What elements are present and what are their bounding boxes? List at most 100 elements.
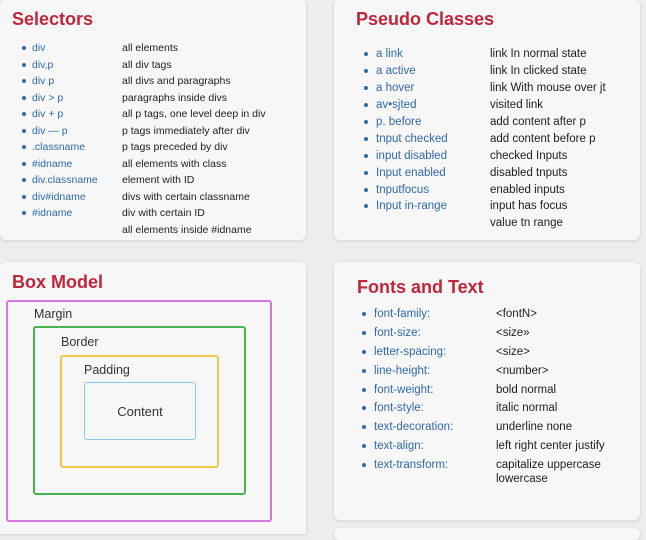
box-model-title: Box Model bbox=[12, 272, 104, 292]
list-item: font-family: <fontN> bbox=[362, 305, 537, 324]
bullet-icon bbox=[364, 86, 368, 91]
list-item: letter-spacing: <size> bbox=[362, 343, 530, 362]
bullet-icon bbox=[22, 62, 26, 67]
font-property: font-weight: bbox=[374, 383, 434, 396]
border-label: Border bbox=[61, 335, 99, 349]
pseudo-desc: visited link bbox=[490, 99, 544, 112]
pseudo-desc: enabled inputs bbox=[490, 183, 565, 196]
bullet-icon bbox=[22, 145, 26, 150]
font-values: left right center justify bbox=[496, 439, 605, 452]
selector-term: div,p bbox=[32, 58, 54, 71]
font-values: <size» bbox=[496, 327, 530, 340]
bullet-icon bbox=[22, 211, 26, 216]
bullet-icon bbox=[364, 170, 368, 175]
font-property: line-height: bbox=[374, 364, 431, 377]
bullet-icon bbox=[362, 312, 366, 317]
list-item: div p all divs and paragraphs bbox=[22, 73, 231, 90]
bullet-icon bbox=[22, 95, 26, 100]
bullet-icon bbox=[364, 204, 368, 209]
list-item: text-align: left right center justify bbox=[362, 437, 605, 456]
bullet-icon bbox=[362, 425, 366, 430]
bullet-icon bbox=[362, 387, 366, 392]
pseudo-term: av•sjted bbox=[376, 99, 417, 112]
pseudo-desc: link In clicked state bbox=[490, 65, 587, 78]
font-values: <number> bbox=[496, 364, 549, 377]
selector-term: #idname bbox=[32, 157, 73, 170]
font-values: underline none bbox=[496, 421, 573, 434]
bullet-icon bbox=[362, 331, 366, 336]
bullet-icon bbox=[364, 120, 368, 124]
pseudo-desc: add content after p bbox=[490, 116, 586, 128]
selector-desc: paragraphs inside divs bbox=[122, 91, 228, 104]
bullet-icon bbox=[364, 136, 368, 141]
bullet-icon bbox=[364, 69, 368, 74]
list-item: Input enabled disabled tnputs bbox=[364, 164, 567, 181]
bullet-icon bbox=[22, 112, 26, 117]
list-item: div all elements bbox=[22, 40, 178, 57]
bullet-icon bbox=[22, 178, 26, 183]
list-item: a active link In clicked state bbox=[364, 63, 587, 80]
pseudo-term: p. before bbox=[376, 116, 422, 128]
pseudo-list: a link link In normal state a active link … bbox=[364, 46, 606, 232]
font-property: text-decoration: bbox=[374, 421, 454, 434]
selector-desc: p tags preceded by div bbox=[122, 141, 228, 154]
list-item: line-height: <number> bbox=[362, 361, 548, 380]
list-item: div + p all p tags, one level deep in div bbox=[22, 106, 266, 123]
list-item: font-weight: bold normal bbox=[362, 380, 556, 399]
fonts-list: font-family: <fontN> font-size: <size» let… bbox=[362, 305, 605, 485]
selectors-card: Selectors div all elements div,p all div t… bbox=[0, 0, 306, 240]
bullet-icon bbox=[362, 349, 366, 354]
list-item: av•sjted visited link bbox=[364, 97, 543, 114]
list-item: #idname div with certain ID bbox=[22, 205, 205, 222]
selectors-title: Selectors bbox=[12, 9, 94, 29]
list-item: div.classname element with ID bbox=[22, 172, 194, 189]
selector-term: div + p bbox=[32, 108, 64, 121]
bullet-icon bbox=[362, 368, 366, 373]
pseudo-title: Pseudo Classes bbox=[356, 9, 495, 29]
pseudo-desc: link In normal state bbox=[490, 48, 587, 61]
selector-desc: p tags immediately after div bbox=[122, 124, 250, 137]
fonts-title: Fonts and Text bbox=[357, 277, 484, 297]
font-values: bold normal bbox=[496, 383, 557, 396]
pseudo-desc: disabled tnputs bbox=[490, 166, 568, 179]
font-values-continued: lowercase bbox=[496, 473, 548, 486]
pseudo-desc: add content before p bbox=[490, 132, 596, 145]
list-item: div#idname divs with certain classname bbox=[22, 189, 250, 206]
selector-desc: all p tags, one level deep in div bbox=[122, 108, 266, 121]
font-property: letter-spacing: bbox=[374, 345, 447, 358]
font-values: <fontN> bbox=[496, 308, 537, 321]
list-item: .classname p tags preceded by div bbox=[22, 139, 228, 156]
pseudo-classes-card: Pseudo Classes a link link In normal stat… bbox=[334, 0, 640, 240]
list-item: text-transform: capitalize uppercase lower… bbox=[362, 455, 601, 485]
pseudo-desc: link With mouse over jt bbox=[490, 82, 606, 95]
font-values: capitalize uppercase bbox=[496, 458, 601, 471]
list-item: a link link In normal state bbox=[364, 46, 587, 63]
margin-label: Margin bbox=[34, 307, 73, 321]
bullet-icon bbox=[22, 46, 26, 51]
selector-term: #idname bbox=[32, 207, 73, 220]
pseudo-term: Input in-range bbox=[376, 200, 447, 213]
selector-desc: all elements bbox=[122, 42, 179, 55]
bullet-icon bbox=[22, 79, 26, 84]
pseudo-desc: value tn range bbox=[490, 217, 563, 230]
font-property: font-family: bbox=[374, 308, 431, 321]
pseudo-term: Input enabled bbox=[376, 166, 446, 179]
selector-desc: div with certain ID bbox=[122, 207, 205, 220]
selector-desc: all divs and paragraphs bbox=[122, 75, 231, 88]
bullet-icon bbox=[362, 443, 366, 448]
list-item: div > p paragraphs inside divs bbox=[22, 90, 227, 107]
list-item: div,p all div tags bbox=[22, 57, 172, 74]
bullet-icon bbox=[364, 52, 368, 57]
selector-term: div.classname bbox=[32, 174, 98, 187]
pseudo-term: a hover bbox=[376, 82, 415, 95]
list-item: p. before add content after p bbox=[364, 114, 586, 131]
pseudo-term: a link bbox=[376, 48, 403, 61]
font-property: text-align: bbox=[374, 439, 424, 452]
font-property: font-size: bbox=[374, 327, 421, 340]
content-label: Content bbox=[117, 403, 163, 419]
list-item: tnput checked add content before p bbox=[364, 130, 596, 147]
bullet-icon bbox=[362, 406, 366, 411]
list-item: input disabled checked Inputs bbox=[364, 147, 567, 164]
bullet-icon bbox=[364, 103, 368, 108]
list-item: #idname all elements with class bbox=[22, 156, 226, 173]
